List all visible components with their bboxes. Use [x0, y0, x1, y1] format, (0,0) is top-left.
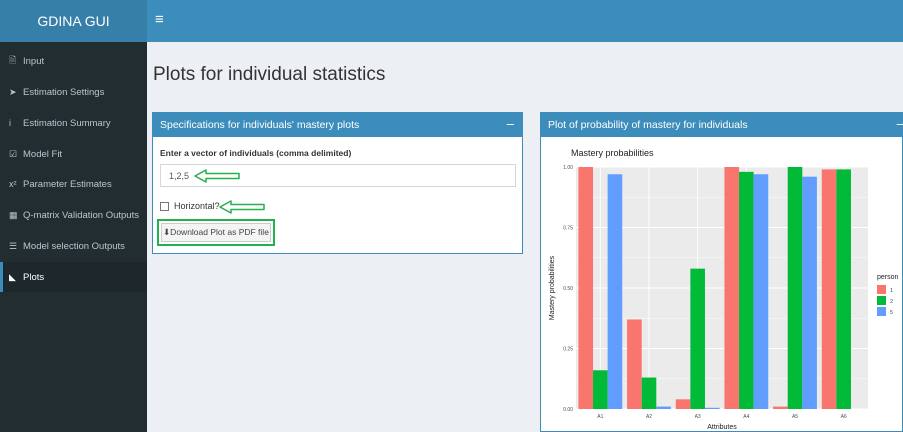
- top-navbar: ≡: [147, 0, 903, 42]
- plot-box: Plot of probability of mastery for indiv…: [540, 112, 903, 432]
- bar: [607, 174, 623, 409]
- download-pdf-label: ⬇Download Plot as PDF file: [161, 223, 271, 242]
- bar: [593, 370, 608, 409]
- x-tick-label: A5: [792, 414, 798, 420]
- plot-box-header: Plot of probability of mastery for indiv…: [541, 113, 903, 137]
- y-tick-label: 0.75: [563, 226, 573, 232]
- app-logo: GDINA GUI: [0, 0, 147, 42]
- bar: [641, 377, 657, 409]
- bar: [787, 167, 803, 409]
- legend-label: 1: [890, 288, 893, 294]
- horizontal-checkbox[interactable]: [160, 201, 169, 211]
- sidebar-item-label: Model Fit: [23, 148, 63, 160]
- bar: [690, 268, 705, 409]
- x-axis-label: Attributes: [707, 424, 737, 431]
- sidebar-item-label: Plots: [23, 271, 45, 283]
- y-tick-label: 0.25: [563, 347, 573, 353]
- bar: [753, 174, 769, 409]
- grid-icon: ▦: [9, 209, 18, 220]
- x-tick-label: A3: [695, 414, 701, 420]
- sidebar-item-label: Parameter Estimates: [23, 178, 112, 190]
- check-square-icon: ☑: [9, 148, 18, 159]
- sidebar-item-label: Model selection Outputs: [23, 240, 125, 252]
- bar: [704, 407, 720, 409]
- sidebar-item-model-selection[interactable]: ☰ Model selection Outputs: [0, 231, 147, 261]
- mastery-chart: Mastery probabilities 0.00 0.25 0.50 0.75 1.0…: [549, 148, 899, 431]
- list-icon: ☰: [9, 240, 18, 251]
- bar: [627, 319, 642, 409]
- sidebar-item-label: Input: [23, 55, 45, 67]
- sidebar-item-qmatrix-validation[interactable]: ▦ Q-matrix Validation Outputs: [0, 200, 147, 230]
- annotation-arrow-icon: [219, 200, 265, 214]
- horizontal-option: Horizontal?: [160, 201, 220, 211]
- sidebar: 🖹 Input ➤ Estimation Settings i Estimati…: [0, 42, 147, 432]
- box-title: Plot of probability of mastery for indiv…: [548, 119, 748, 131]
- specifications-box: Specifications for individuals' mastery …: [152, 112, 523, 254]
- sidebar-item-model-fit[interactable]: ☑ Model Fit: [0, 139, 147, 169]
- legend-label: 2: [890, 299, 893, 305]
- x-tick-label: A4: [743, 414, 749, 420]
- bar: [821, 169, 837, 409]
- legend-swatch: [877, 285, 886, 294]
- legend-title: person: [877, 274, 899, 281]
- bar: [675, 399, 691, 409]
- download-pdf-button[interactable]: ⬇Download Plot as PDF file: [157, 219, 275, 246]
- x-tick-label: A6: [841, 414, 847, 420]
- collapse-button[interactable]: –: [897, 116, 903, 131]
- box-title: Specifications for individuals' mastery …: [160, 119, 360, 131]
- x-tick-label: A2: [646, 414, 652, 420]
- bar: [802, 176, 817, 409]
- legend-label: 5: [890, 310, 893, 316]
- specifications-box-header: Specifications for individuals' mastery …: [153, 113, 522, 137]
- bar: [724, 167, 740, 409]
- sidebar-item-parameter-estimates[interactable]: x² Parameter Estimates: [0, 169, 147, 199]
- sidebar-item-label: Estimation Summary: [23, 117, 111, 129]
- superscript-icon: x²: [9, 179, 17, 189]
- y-axis-label: Mastery probabilities: [549, 255, 556, 320]
- hamburger-icon[interactable]: ≡: [155, 11, 164, 28]
- bar: [773, 406, 788, 409]
- y-tick-label: 1.00: [563, 165, 573, 171]
- bar: [836, 169, 851, 409]
- chart-title: Mastery probabilities: [571, 148, 654, 158]
- sidebar-item-label: Estimation Settings: [23, 86, 105, 98]
- bar: [578, 167, 594, 409]
- bar: [739, 171, 754, 409]
- individuals-field-label: Enter a vector of individuals (comma del…: [160, 148, 352, 158]
- x-tick-label: A1: [597, 414, 603, 420]
- sidebar-item-estimation-summary[interactable]: i Estimation Summary: [0, 108, 147, 138]
- y-tick-label: 0.00: [563, 407, 573, 413]
- annotation-arrow-icon: [194, 169, 240, 183]
- y-tick-label: 0.50: [563, 286, 573, 292]
- sidebar-item-input[interactable]: 🖹 Input: [0, 46, 147, 76]
- horizontal-checkbox-label: Horizontal?: [174, 201, 220, 211]
- collapse-button[interactable]: –: [507, 116, 514, 131]
- paper-plane-icon: ➤: [9, 86, 17, 97]
- page-title: Plots for individual statistics: [153, 64, 386, 85]
- sidebar-item-plots[interactable]: ◣ Plots: [0, 262, 147, 292]
- legend-swatch: [877, 307, 886, 316]
- file-icon: 🖹: [9, 55, 17, 65]
- bar: [656, 406, 671, 409]
- sidebar-item-estimation-settings[interactable]: ➤ Estimation Settings: [0, 77, 147, 107]
- info-icon: i: [9, 118, 11, 128]
- area-chart-icon: ◣: [9, 271, 16, 282]
- sidebar-item-label: Q-matrix Validation Outputs: [23, 209, 139, 221]
- legend-swatch: [877, 296, 886, 305]
